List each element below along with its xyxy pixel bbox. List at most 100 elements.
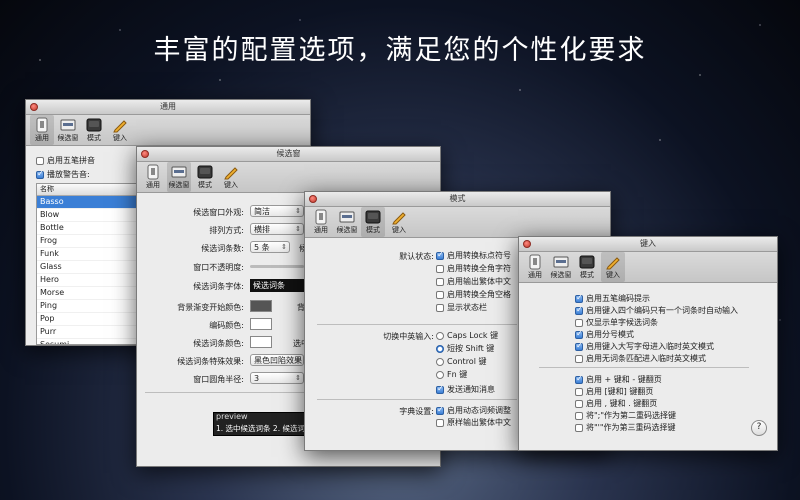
- option-label: 启用键入四个编码只有一个词条时自动输入: [586, 306, 738, 315]
- checkbox[interactable]: [436, 303, 444, 312]
- checkbox-option[interactable]: 启用转换全角字符: [436, 263, 511, 274]
- checkbox-option[interactable]: 原样输出繁体中文: [436, 417, 511, 428]
- code-color-swatch[interactable]: [250, 318, 272, 330]
- checkbox[interactable]: [436, 405, 444, 415]
- checkbox-option[interactable]: 启用五笔编码提示: [575, 293, 650, 304]
- tab-keys[interactable]: 键入: [601, 252, 625, 282]
- checkbox[interactable]: [575, 374, 583, 384]
- checkbox-option[interactable]: 将";"作为第二重码选择键: [575, 410, 676, 421]
- checkbox-option[interactable]: 启用转换全角空格: [436, 289, 511, 300]
- radio-button[interactable]: [436, 331, 444, 340]
- notify-option[interactable]: 发送通知消息: [436, 384, 495, 395]
- checkbox-option[interactable]: 启用 + 键和 - 键翻页: [575, 374, 662, 385]
- sound-list-item[interactable]: Bottle: [37, 222, 137, 235]
- radius-select[interactable]: 3: [250, 372, 304, 384]
- sound-list[interactable]: 名称 Basso Blow Bottle Frog Funk Glass Hero Morse…: [36, 183, 138, 345]
- tab-general[interactable]: 通用: [523, 252, 547, 282]
- tab-candidate[interactable]: 候选窗: [549, 252, 573, 282]
- count-select[interactable]: 5 条: [250, 241, 290, 253]
- checkbox[interactable]: [436, 277, 444, 286]
- checkbox-option[interactable]: 启用分号模式: [575, 329, 634, 340]
- option-label: Control 键: [447, 357, 487, 366]
- sound-list-item[interactable]: Basso: [37, 196, 137, 209]
- radio-button[interactable]: [436, 344, 444, 353]
- sound-list-item[interactable]: Glass: [37, 261, 137, 274]
- effect-select[interactable]: 黑色凹陷效果: [250, 354, 304, 366]
- tab-candidate[interactable]: 候选窗: [335, 207, 359, 237]
- checkbox[interactable]: [575, 399, 583, 408]
- tab-general[interactable]: 通用: [309, 207, 333, 237]
- checkbox[interactable]: [575, 305, 583, 315]
- checkbox[interactable]: [575, 293, 583, 303]
- opacity-slider[interactable]: [250, 265, 304, 268]
- checkbox[interactable]: [575, 318, 583, 327]
- checkbox[interactable]: [575, 423, 583, 432]
- checkbox[interactable]: [575, 354, 583, 363]
- wubi-pinyin-option[interactable]: 启用五笔拼音: [36, 155, 95, 166]
- divider: [317, 324, 517, 325]
- sound-list-item[interactable]: Frog: [37, 235, 137, 248]
- radio-button[interactable]: [436, 370, 444, 379]
- tab-mode[interactable]: 模式: [361, 207, 385, 237]
- checkbox-option[interactable]: 启用转换标点符号: [436, 250, 511, 261]
- tab-general[interactable]: 通用: [30, 115, 54, 145]
- appearance-select[interactable]: 简洁: [250, 205, 304, 217]
- window-title: 通用: [160, 102, 176, 111]
- checkbox[interactable]: [436, 250, 444, 260]
- checkbox-option[interactable]: 启用键入四个编码只有一个词条时自动输入: [575, 305, 738, 316]
- checkbox-option[interactable]: 启用输出繁体中文: [436, 276, 511, 287]
- sound-list-item[interactable]: Sosumi: [37, 339, 137, 344]
- tab-candidate[interactable]: 候选窗: [167, 162, 191, 192]
- sound-list-item[interactable]: Blow: [37, 209, 137, 222]
- layout-select[interactable]: 横排: [250, 223, 304, 235]
- close-button[interactable]: [141, 150, 149, 158]
- switch-label: 切换中英输入:: [383, 332, 434, 341]
- help-button[interactable]: ?: [751, 420, 767, 436]
- checkbox-option[interactable]: 启用 , 键和 . 键翻页: [575, 398, 657, 409]
- tab-keys[interactable]: 键入: [108, 115, 132, 145]
- checkbox[interactable]: [575, 329, 583, 339]
- checkbox[interactable]: [575, 341, 583, 351]
- checkbox-option[interactable]: 显示状态栏: [436, 302, 487, 313]
- tab-keys[interactable]: 键入: [219, 162, 243, 192]
- radio-button[interactable]: [436, 357, 444, 366]
- radio-option[interactable]: Caps Lock 键: [436, 330, 498, 341]
- checkbox-option[interactable]: 启用无词条匹配进入临时英文模式: [575, 353, 706, 364]
- checkbox-option[interactable]: 启用动态词频调整: [436, 405, 511, 416]
- sound-list-item[interactable]: Pop: [37, 313, 137, 326]
- radio-option[interactable]: Control 键: [436, 356, 486, 367]
- sound-list-item[interactable]: Ping: [37, 300, 137, 313]
- tab-mode[interactable]: 模式: [193, 162, 217, 192]
- checkbox[interactable]: [575, 387, 583, 396]
- bg-start-swatch[interactable]: [250, 300, 272, 312]
- checkbox[interactable]: [436, 418, 444, 427]
- checkbox-option[interactable]: 仅显示单字候选词条: [575, 317, 658, 328]
- sound-list-item[interactable]: Morse: [37, 287, 137, 300]
- close-button[interactable]: [309, 195, 317, 203]
- close-button[interactable]: [30, 103, 38, 111]
- checkbox[interactable]: [36, 156, 44, 165]
- checkbox[interactable]: [36, 169, 44, 179]
- radio-option[interactable]: Fn 键: [436, 369, 467, 380]
- font-field[interactable]: 候选词条: [250, 279, 304, 292]
- close-button[interactable]: [523, 240, 531, 248]
- checkbox[interactable]: [436, 264, 444, 273]
- sound-list-item[interactable]: Funk: [37, 248, 137, 261]
- alert-sound-option[interactable]: 播放警告音:: [36, 169, 90, 180]
- tab-general[interactable]: 通用: [141, 162, 165, 192]
- tab-keys[interactable]: 键入: [387, 207, 411, 237]
- sound-list-item[interactable]: Purr: [37, 326, 137, 339]
- tab-candidate[interactable]: 候选窗: [56, 115, 80, 145]
- checkbox-option[interactable]: 将"'"作为第三重码选择键: [575, 422, 676, 433]
- option-label: Fn 键: [447, 370, 468, 379]
- tab-mode[interactable]: 模式: [82, 115, 106, 145]
- sound-list-item[interactable]: Hero: [37, 274, 137, 287]
- cand-color-swatch[interactable]: [250, 336, 272, 348]
- tab-mode[interactable]: 模式: [575, 252, 599, 282]
- checkbox[interactable]: [436, 290, 444, 299]
- checkbox[interactable]: [575, 411, 583, 420]
- checkbox-option[interactable]: 启用 [键和] 键翻页: [575, 386, 653, 397]
- checkbox[interactable]: [436, 384, 444, 394]
- radio-option[interactable]: 短按 Shift 键: [436, 343, 494, 354]
- checkbox-option[interactable]: 启用键入大写字母进入临时英文模式: [575, 341, 714, 352]
